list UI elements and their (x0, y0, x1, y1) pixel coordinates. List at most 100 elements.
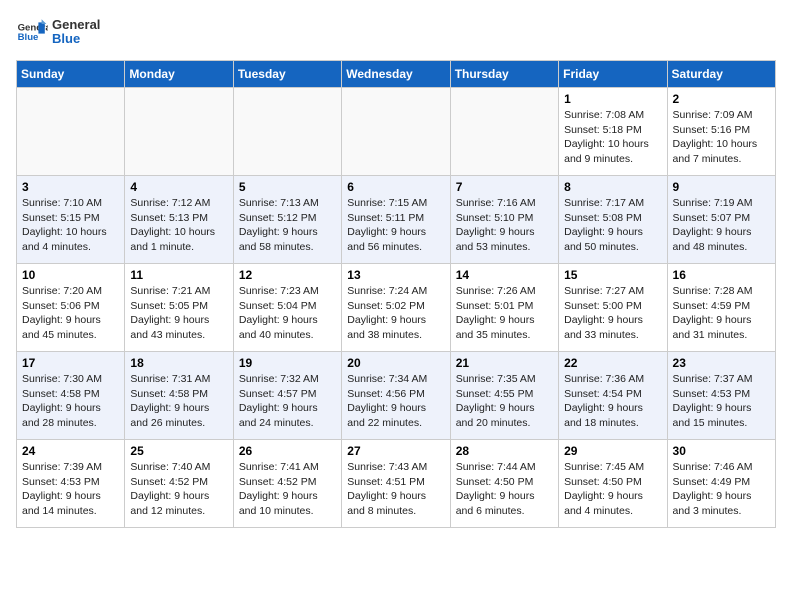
day-info: Sunrise: 7:27 AM Sunset: 5:00 PM Dayligh… (564, 284, 661, 343)
day-number: 16 (673, 268, 770, 282)
day-info: Sunrise: 7:40 AM Sunset: 4:52 PM Dayligh… (130, 460, 227, 519)
page-header: General Blue General Blue (16, 16, 776, 48)
day-info: Sunrise: 7:44 AM Sunset: 4:50 PM Dayligh… (456, 460, 553, 519)
day-number: 19 (239, 356, 336, 370)
day-number: 10 (22, 268, 119, 282)
day-info: Sunrise: 7:28 AM Sunset: 4:59 PM Dayligh… (673, 284, 770, 343)
calendar-week-4: 17 Sunrise: 7:30 AM Sunset: 4:58 PM Dayli… (17, 352, 776, 440)
calendar-week-5: 24 Sunrise: 7:39 AM Sunset: 4:53 PM Dayli… (17, 440, 776, 528)
day-info: Sunrise: 7:19 AM Sunset: 5:07 PM Dayligh… (673, 196, 770, 255)
calendar-cell: 16 Sunrise: 7:28 AM Sunset: 4:59 PM Dayli… (667, 264, 775, 352)
calendar-cell: 27 Sunrise: 7:43 AM Sunset: 4:51 PM Dayli… (342, 440, 450, 528)
day-number: 20 (347, 356, 444, 370)
day-info: Sunrise: 7:39 AM Sunset: 4:53 PM Dayligh… (22, 460, 119, 519)
day-info: Sunrise: 7:30 AM Sunset: 4:58 PM Dayligh… (22, 372, 119, 431)
day-number: 27 (347, 444, 444, 458)
calendar-cell: 4 Sunrise: 7:12 AM Sunset: 5:13 PM Daylig… (125, 176, 233, 264)
day-number: 7 (456, 180, 553, 194)
calendar-cell: 19 Sunrise: 7:32 AM Sunset: 4:57 PM Dayli… (233, 352, 341, 440)
calendar-cell: 5Sunrise: 7:13 AM Sunset: 5:12 PM Daylig… (233, 176, 341, 264)
day-info: Sunrise: 7:36 AM Sunset: 4:54 PM Dayligh… (564, 372, 661, 431)
day-info: Sunrise: 7:09 AM Sunset: 5:16 PM Dayligh… (673, 108, 770, 167)
day-info: Sunrise: 7:15 AM Sunset: 5:11 PM Dayligh… (347, 196, 444, 255)
day-number: 25 (130, 444, 227, 458)
calendar-cell: 14 Sunrise: 7:26 AM Sunset: 5:01 PM Dayli… (450, 264, 558, 352)
day-info: Sunrise: 7:24 AM Sunset: 5:02 PM Dayligh… (347, 284, 444, 343)
logo-text: General Blue (52, 18, 100, 47)
day-number: 23 (673, 356, 770, 370)
logo-general: General (52, 17, 100, 32)
day-info: Sunrise: 7:10 AM Sunset: 5:15 PM Dayligh… (22, 196, 119, 255)
day-number: 1 (564, 92, 661, 106)
day-number: 12 (239, 268, 336, 282)
day-number: 13 (347, 268, 444, 282)
calendar-cell: 25 Sunrise: 7:40 AM Sunset: 4:52 PM Dayli… (125, 440, 233, 528)
calendar-cell (125, 88, 233, 176)
day-number: 9 (673, 180, 770, 194)
calendar-cell: 20Sunrise: 7:34 AM Sunset: 4:56 PM Dayli… (342, 352, 450, 440)
day-number: 28 (456, 444, 553, 458)
day-number: 17 (22, 356, 119, 370)
day-number: 29 (564, 444, 661, 458)
calendar-cell: 6 Sunrise: 7:15 AM Sunset: 5:11 PM Daylig… (342, 176, 450, 264)
calendar-cell: 23 Sunrise: 7:37 AM Sunset: 4:53 PM Dayli… (667, 352, 775, 440)
calendar-week-2: 3Sunrise: 7:10 AM Sunset: 5:15 PM Daylig… (17, 176, 776, 264)
day-info: Sunrise: 7:41 AM Sunset: 4:52 PM Dayligh… (239, 460, 336, 519)
calendar-cell: 13 Sunrise: 7:24 AM Sunset: 5:02 PM Dayli… (342, 264, 450, 352)
day-info: Sunrise: 7:08 AM Sunset: 5:18 PM Dayligh… (564, 108, 661, 167)
calendar-cell (17, 88, 125, 176)
calendar-cell: 10 Sunrise: 7:20 AM Sunset: 5:06 PM Dayli… (17, 264, 125, 352)
weekday-header-monday: Monday (125, 61, 233, 88)
day-number: 11 (130, 268, 227, 282)
calendar-cell (233, 88, 341, 176)
day-number: 26 (239, 444, 336, 458)
logo-icon: General Blue (16, 16, 48, 48)
calendar-cell: 29 Sunrise: 7:45 AM Sunset: 4:50 PM Dayli… (559, 440, 667, 528)
day-info: Sunrise: 7:21 AM Sunset: 5:05 PM Dayligh… (130, 284, 227, 343)
calendar-cell: 30Sunrise: 7:46 AM Sunset: 4:49 PM Dayli… (667, 440, 775, 528)
day-info: Sunrise: 7:45 AM Sunset: 4:50 PM Dayligh… (564, 460, 661, 519)
day-number: 30 (673, 444, 770, 458)
weekday-header-tuesday: Tuesday (233, 61, 341, 88)
day-number: 14 (456, 268, 553, 282)
day-info: Sunrise: 7:20 AM Sunset: 5:06 PM Dayligh… (22, 284, 119, 343)
logo-blue: Blue (52, 31, 80, 46)
day-info: Sunrise: 7:32 AM Sunset: 4:57 PM Dayligh… (239, 372, 336, 431)
calendar-header-row: SundayMondayTuesdayWednesdayThursdayFrid… (17, 61, 776, 88)
day-info: Sunrise: 7:12 AM Sunset: 5:13 PM Dayligh… (130, 196, 227, 255)
calendar-cell: 26 Sunrise: 7:41 AM Sunset: 4:52 PM Dayli… (233, 440, 341, 528)
calendar-week-3: 10 Sunrise: 7:20 AM Sunset: 5:06 PM Dayli… (17, 264, 776, 352)
weekday-header-friday: Friday (559, 61, 667, 88)
day-info: Sunrise: 7:31 AM Sunset: 4:58 PM Dayligh… (130, 372, 227, 431)
calendar-cell: 7 Sunrise: 7:16 AM Sunset: 5:10 PM Daylig… (450, 176, 558, 264)
day-number: 18 (130, 356, 227, 370)
day-info: Sunrise: 7:43 AM Sunset: 4:51 PM Dayligh… (347, 460, 444, 519)
calendar-cell (450, 88, 558, 176)
day-number: 22 (564, 356, 661, 370)
calendar-cell: 9 Sunrise: 7:19 AM Sunset: 5:07 PM Daylig… (667, 176, 775, 264)
weekday-header-saturday: Saturday (667, 61, 775, 88)
day-number: 24 (22, 444, 119, 458)
weekday-header-thursday: Thursday (450, 61, 558, 88)
calendar-cell: 28 Sunrise: 7:44 AM Sunset: 4:50 PM Dayli… (450, 440, 558, 528)
calendar-cell: 11 Sunrise: 7:21 AM Sunset: 5:05 PM Dayli… (125, 264, 233, 352)
calendar-cell: 2 Sunrise: 7:09 AM Sunset: 5:16 PM Daylig… (667, 88, 775, 176)
day-info: Sunrise: 7:16 AM Sunset: 5:10 PM Dayligh… (456, 196, 553, 255)
day-number: 2 (673, 92, 770, 106)
day-info: Sunrise: 7:23 AM Sunset: 5:04 PM Dayligh… (239, 284, 336, 343)
day-number: 4 (130, 180, 227, 194)
day-number: 21 (456, 356, 553, 370)
day-info: Sunrise: 7:13 AM Sunset: 5:12 PM Dayligh… (239, 196, 336, 255)
calendar-cell: 17 Sunrise: 7:30 AM Sunset: 4:58 PM Dayli… (17, 352, 125, 440)
day-info: Sunrise: 7:26 AM Sunset: 5:01 PM Dayligh… (456, 284, 553, 343)
day-info: Sunrise: 7:37 AM Sunset: 4:53 PM Dayligh… (673, 372, 770, 431)
day-info: Sunrise: 7:35 AM Sunset: 4:55 PM Dayligh… (456, 372, 553, 431)
day-number: 15 (564, 268, 661, 282)
calendar-cell: 12 Sunrise: 7:23 AM Sunset: 5:04 PM Dayli… (233, 264, 341, 352)
calendar-week-1: 1 Sunrise: 7:08 AM Sunset: 5:18 PM Daylig… (17, 88, 776, 176)
calendar-cell: 21 Sunrise: 7:35 AM Sunset: 4:55 PM Dayli… (450, 352, 558, 440)
day-number: 6 (347, 180, 444, 194)
calendar-cell: 24 Sunrise: 7:39 AM Sunset: 4:53 PM Dayli… (17, 440, 125, 528)
calendar-cell: 22 Sunrise: 7:36 AM Sunset: 4:54 PM Dayli… (559, 352, 667, 440)
day-number: 8 (564, 180, 661, 194)
